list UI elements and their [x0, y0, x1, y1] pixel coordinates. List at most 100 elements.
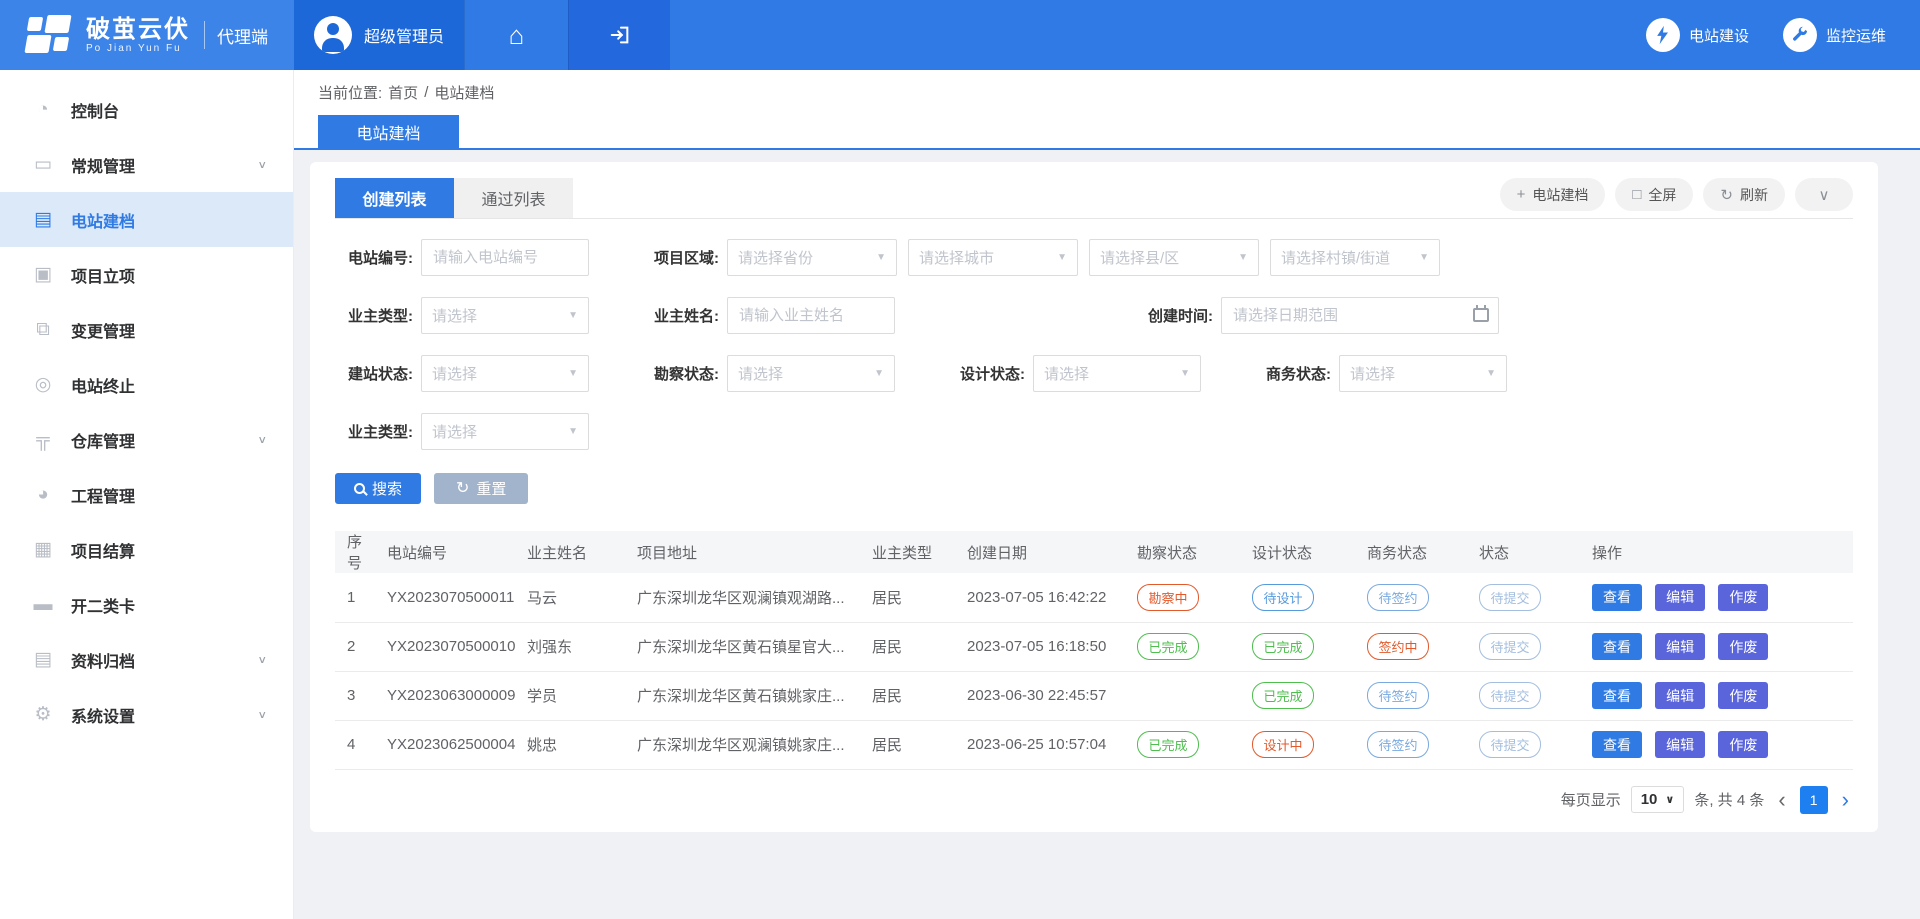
- sidebar-item-system-settings[interactable]: ⚙ 系统设置 ∨: [0, 687, 293, 742]
- next-page-button[interactable]: ›: [1838, 789, 1853, 811]
- edit-button[interactable]: 编辑: [1655, 633, 1705, 660]
- chevron-down-icon: ∨: [257, 708, 267, 721]
- sidebar-item-project-initiation[interactable]: ▣ 项目立项: [0, 247, 293, 302]
- edit-button[interactable]: 编辑: [1655, 584, 1705, 611]
- table-row: 3 YX2023063000009 学员 广东深圳龙华区黄石镇姚家庄... 居民…: [335, 671, 1853, 720]
- refresh-icon: ↻: [1720, 186, 1733, 204]
- nav-monitor-ops-label: 监控运维: [1826, 25, 1886, 46]
- caret-down-icon: ▼: [1419, 252, 1429, 263]
- owner-name-input[interactable]: [727, 297, 895, 334]
- sidebar-item-change-management[interactable]: ⧉ 变更管理: [0, 302, 293, 357]
- wrench-icon: [1783, 18, 1817, 52]
- caret-down-icon: ▼: [1486, 368, 1496, 379]
- refresh-button[interactable]: ↻ 刷新: [1703, 178, 1785, 211]
- logo-icon: [26, 15, 72, 55]
- void-button[interactable]: 作废: [1718, 731, 1768, 758]
- caret-down-icon: ▼: [568, 310, 578, 321]
- search-button[interactable]: 搜索: [335, 473, 421, 504]
- logo: 破茧云伏 Po Jian Yun Fu 代理端: [0, 0, 294, 70]
- sidebar-item-general-management[interactable]: ▭ 常规管理 ∨: [0, 137, 293, 192]
- view-button[interactable]: 查看: [1592, 731, 1642, 758]
- home-icon: ⌂: [509, 22, 525, 48]
- province-select[interactable]: 请选择省份 ▼: [727, 239, 897, 276]
- home-button[interactable]: ⌂: [464, 0, 568, 70]
- void-button[interactable]: 作废: [1718, 682, 1768, 709]
- owner-type2-select[interactable]: 请选择 ▼: [421, 413, 589, 450]
- build-status-select[interactable]: 请选择 ▼: [421, 355, 589, 392]
- archive-icon: ▤: [30, 648, 56, 671]
- view-button[interactable]: 查看: [1592, 633, 1642, 660]
- add-station-filing-button[interactable]: + 电站建档: [1500, 178, 1606, 211]
- void-button[interactable]: 作废: [1718, 584, 1768, 611]
- logout-button[interactable]: [568, 0, 670, 70]
- design-status-select[interactable]: 请选择 ▼: [1033, 355, 1201, 392]
- reset-icon: ↻: [456, 481, 469, 497]
- created-time-range-input[interactable]: [1221, 297, 1499, 334]
- plus-icon: +: [1517, 186, 1526, 203]
- sidebar-item-type2-card[interactable]: ▬ 开二类卡: [0, 577, 293, 632]
- page-tab-station-filing[interactable]: 电站建档: [318, 115, 459, 148]
- city-select[interactable]: 请选择城市 ▼: [908, 239, 1078, 276]
- edit-button[interactable]: 编辑: [1655, 731, 1705, 758]
- page-number-button[interactable]: 1: [1800, 786, 1828, 814]
- sidebar-item-engineering-management[interactable]: ◕ 工程管理: [0, 467, 293, 522]
- breadcrumb-prefix: 当前位置:: [318, 82, 382, 103]
- design-status-badge: 已完成: [1252, 633, 1314, 660]
- caret-down-icon: ▼: [1238, 252, 1248, 263]
- nav-station-build-label: 电站建设: [1689, 25, 1749, 46]
- view-button[interactable]: 查看: [1592, 584, 1642, 611]
- prev-page-button[interactable]: ‹: [1774, 789, 1789, 811]
- owner-type-select[interactable]: 请选择 ▼: [421, 297, 589, 334]
- edit-button[interactable]: 编辑: [1655, 682, 1705, 709]
- tab-created-list[interactable]: 创建列表: [335, 178, 454, 218]
- reset-button[interactable]: ↻ 重置: [434, 473, 528, 504]
- business-status-badge: 签约中: [1367, 633, 1429, 660]
- fullscreen-button[interactable]: □ 全屏: [1615, 178, 1693, 211]
- copy-icon: ⧉: [30, 319, 56, 341]
- nav-monitor-ops[interactable]: 监控运维: [1783, 18, 1886, 52]
- design-status-badge: 设计中: [1252, 731, 1314, 758]
- sidebar-item-data-archive[interactable]: ▤ 资料归档 ∨: [0, 632, 293, 687]
- breadcrumb-home[interactable]: 首页: [388, 82, 418, 103]
- tab-passed-list[interactable]: 通过列表: [454, 178, 573, 218]
- business-status-select[interactable]: 请选择 ▼: [1339, 355, 1507, 392]
- logo-title: 破茧云伏: [86, 17, 190, 43]
- user-name: 超级管理员: [364, 23, 444, 47]
- survey-status-select[interactable]: 请选择 ▼: [727, 355, 895, 392]
- table-row: 2 YX2023070500010 刘强东 广东深圳龙华区黄石镇星官大... 居…: [335, 622, 1853, 671]
- owner-type2-label: 业主类型:: [335, 421, 421, 442]
- void-button[interactable]: 作废: [1718, 633, 1768, 660]
- avatar: [314, 16, 352, 54]
- business-status-badge: 待签约: [1367, 731, 1429, 758]
- survey-status-label: 勘察状态:: [641, 363, 727, 384]
- chevron-down-icon: ∨: [257, 433, 267, 446]
- view-button[interactable]: 查看: [1592, 682, 1642, 709]
- status-badge: 待提交: [1479, 633, 1541, 660]
- collapse-toolbar-button[interactable]: ∨: [1795, 178, 1853, 211]
- caret-down-icon: ▼: [1180, 368, 1190, 379]
- design-status-badge: 已完成: [1252, 682, 1314, 709]
- calculator-icon: ▦: [30, 538, 56, 561]
- sidebar-item-station-filing[interactable]: ▤ 电站建档: [0, 192, 293, 247]
- breadcrumb-separator: /: [424, 84, 428, 101]
- caret-down-icon: ▼: [876, 252, 886, 263]
- village-select[interactable]: 请选择村镇/街道 ▼: [1270, 239, 1440, 276]
- sidebar-item-warehouse-management[interactable]: ╦ 仓库管理 ∨: [0, 412, 293, 467]
- nav-station-build[interactable]: 电站建设: [1646, 18, 1749, 52]
- gauge-icon: ◕: [30, 484, 56, 506]
- logo-divider: [204, 21, 205, 49]
- breadcrumb-current: 电站建档: [434, 82, 494, 103]
- sidebar-item-project-settlement[interactable]: ▦ 项目结算: [0, 522, 293, 577]
- sidebar-item-station-termination[interactable]: ◎ 电站终止: [0, 357, 293, 412]
- status-badge: 待提交: [1479, 584, 1541, 611]
- business-status-label: 商务状态:: [1253, 363, 1339, 384]
- per-page-select[interactable]: 10 ∨: [1631, 786, 1685, 813]
- county-select[interactable]: 请选择县/区 ▼: [1089, 239, 1259, 276]
- user-menu[interactable]: 超级管理员: [294, 0, 464, 70]
- survey-status-badge: 已完成: [1137, 731, 1199, 758]
- status-badge: 待提交: [1479, 682, 1541, 709]
- search-icon: [354, 483, 365, 494]
- chevron-down-icon: ∨: [257, 653, 267, 666]
- station-code-input[interactable]: [421, 239, 589, 276]
- sidebar-item-console[interactable]: ◔ 控制台: [0, 82, 293, 137]
